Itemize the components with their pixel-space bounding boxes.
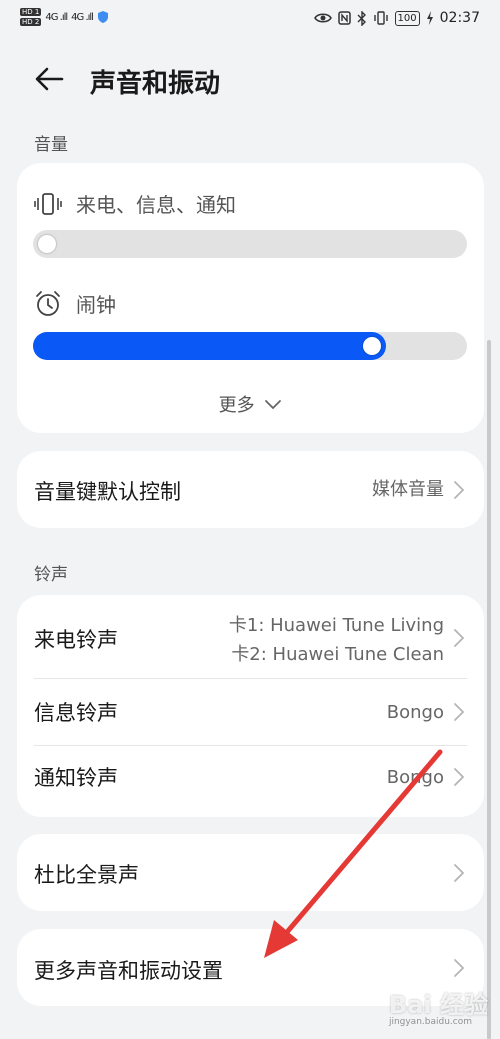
alarm-volume-label: 闹钟 (76, 293, 116, 317)
more-volume-toggle[interactable]: 更多 (17, 391, 484, 417)
nfc-icon (337, 11, 351, 25)
incoming-ringtone-row[interactable]: 来电铃声 卡1: Huawei Tune Living 卡2: Huawei T… (17, 595, 484, 678)
alarm-volume-row: 闹钟 (34, 289, 116, 318)
bluetooth-icon (357, 10, 366, 26)
alarm-volume-thumb[interactable] (362, 337, 381, 355)
message-ringtone-value: Bongo (386, 702, 444, 723)
ringtone-volume-label: 来电、信息、通知 (76, 193, 236, 217)
incoming-ringtone-label: 来电铃声 (34, 628, 118, 652)
notification-ringtone-value: Bongo (386, 767, 444, 788)
vibrate-icon (34, 192, 62, 215)
charging-icon (426, 11, 433, 25)
sim2-badge: HD 2 (20, 18, 42, 26)
dolby-card[interactable]: 杜比全景声 (17, 834, 484, 911)
chevron-right-icon (454, 481, 465, 499)
alarm-volume-slider[interactable] (33, 332, 467, 360)
eye-icon (313, 13, 332, 23)
incoming-ringtone-value-1: 卡1: Huawei Tune Living (228, 615, 444, 636)
status-left: HD 1 HD 2 4G .ıll 4G .ıll (20, 8, 109, 26)
signal-2: 4G .ıll (71, 11, 94, 23)
volume-key-label: 音量键默认控制 (34, 480, 181, 504)
status-right: 100 02:37 (313, 10, 480, 26)
ringtones-section-title: 铃声 (34, 565, 68, 585)
alarm-volume-fill (33, 332, 386, 360)
volume-key-value: 媒体音量 (372, 479, 444, 500)
notification-ringtone-label: 通知铃声 (34, 766, 118, 790)
chevron-right-icon (454, 629, 465, 647)
more-settings-label: 更多声音和振动设置 (34, 959, 223, 983)
message-ringtone-label: 信息铃声 (34, 701, 118, 725)
ringtone-volume-slider[interactable] (33, 230, 467, 258)
vibrate-icon (373, 11, 388, 25)
chevron-down-icon (265, 400, 282, 410)
chevron-right-icon (454, 959, 465, 977)
header: 声音和振动 (0, 55, 500, 105)
ringtone-volume-row: 来电、信息、通知 (34, 189, 236, 218)
back-arrow-icon[interactable] (32, 61, 68, 97)
signal-1: 4G .ıll (45, 11, 68, 23)
alarm-clock-icon (36, 290, 60, 316)
incoming-ringtone-value-2: 卡2: Huawei Tune Clean (231, 644, 444, 665)
chevron-right-icon (454, 768, 465, 786)
status-bar: HD 1 HD 2 4G .ıll 4G .ıll 100 02:37 (0, 0, 500, 40)
volume-card: 来电、信息、通知 闹钟 更多 (17, 163, 484, 433)
scrollbar[interactable] (487, 340, 491, 1039)
watermark-logo: Bai 经验 (388, 991, 488, 1019)
notification-ringtone-row[interactable]: 通知铃声 Bongo (17, 746, 484, 812)
battery-indicator: 100 (394, 10, 420, 26)
chevron-right-icon (454, 703, 465, 721)
watermark-url: jingyan.baidu.com (388, 1017, 472, 1027)
volume-key-card[interactable]: 音量键默认控制 媒体音量 (17, 451, 484, 528)
clock: 02:37 (439, 10, 480, 26)
shield-icon (97, 11, 108, 23)
page-title: 声音和振动 (90, 69, 221, 99)
chevron-right-icon (454, 864, 465, 882)
more-volume-label: 更多 (218, 395, 255, 416)
message-ringtone-row[interactable]: 信息铃声 Bongo (17, 679, 484, 745)
dolby-label: 杜比全景声 (34, 863, 139, 887)
incoming-ringtone-value: 卡1: Huawei Tune Living 卡2: Huawei Tune C… (229, 611, 444, 669)
sim1-badge: HD 1 (20, 8, 42, 16)
sim-indicators: HD 1 HD 2 (20, 8, 42, 26)
ringtone-volume-thumb[interactable] (38, 235, 56, 253)
volume-section-title: 音量 (34, 135, 68, 155)
ringtones-card: 来电铃声 卡1: Huawei Tune Living 卡2: Huawei T… (17, 595, 484, 817)
